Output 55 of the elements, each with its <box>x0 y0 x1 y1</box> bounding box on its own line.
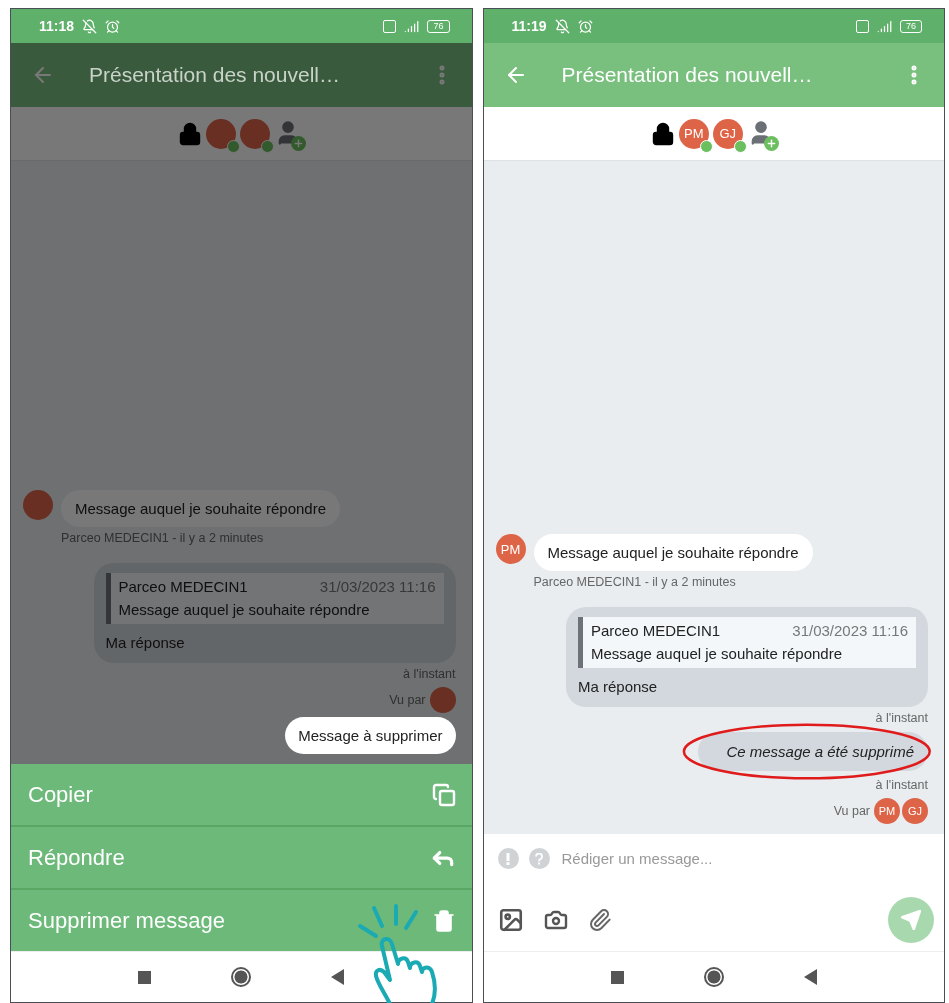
action-menu-item[interactable]: Supprimer message <box>11 890 472 951</box>
message-bubble[interactable]: Message auquel je souhaite répondre <box>61 490 340 527</box>
recents-button[interactable] <box>610 970 624 984</box>
status-time: 11:18 <box>39 18 75 34</box>
quote-author: Parceo MEDECIN1 <box>591 622 721 639</box>
message-time: à l'instant <box>403 667 456 681</box>
camera-icon[interactable] <box>543 908 568 932</box>
home-button[interactable] <box>703 967 724 987</box>
bell-off-icon <box>554 18 570 34</box>
send-icon <box>900 909 922 931</box>
quote-date: 31/03/2023 11:16 <box>319 578 436 595</box>
signal-icon <box>404 18 420 34</box>
bell-off-icon <box>82 18 98 34</box>
avatar: PM <box>495 534 526 564</box>
back-button[interactable] <box>331 969 345 985</box>
message-input[interactable]: Rédiger un message... <box>559 849 934 868</box>
recents-button[interactable] <box>138 970 152 984</box>
message-meta: Parceo MEDECIN1 - il y a 2 minutes <box>532 575 737 589</box>
signal-icon <box>877 18 892 34</box>
message-time: à l'instant <box>875 711 928 725</box>
reply-bubble[interactable]: Parceo MEDECIN1 31/03/2023 11:16 Message auquel je souhaite répondre Ma réponse <box>566 607 928 707</box>
message-bubble[interactable]: Message à supprimer <box>285 717 456 754</box>
status-time: 11:19 <box>511 18 547 34</box>
lock-icon <box>650 121 675 146</box>
alarm-icon <box>105 18 121 34</box>
trash-icon <box>431 908 456 933</box>
chat-title: Présentation des nouvell… <box>89 63 341 87</box>
quote-author: Parceo MEDECIN1 <box>118 578 248 595</box>
lock-icon <box>178 121 203 146</box>
avatar: GJ <box>902 798 928 824</box>
chat-title: Présentation des nouvell… <box>561 63 814 87</box>
copy-icon <box>431 782 456 807</box>
avatar <box>23 490 53 520</box>
home-button[interactable] <box>231 967 252 987</box>
image-icon[interactable] <box>497 907 524 933</box>
action-menu-item[interactable]: Répondre <box>11 827 472 888</box>
message-time: à l'instant <box>875 778 928 792</box>
deleted-message[interactable]: Ce message a été supprimé <box>698 732 928 771</box>
avatar: PM <box>874 798 900 824</box>
action-menu-item[interactable]: Copier <box>11 764 472 825</box>
paperclip-icon[interactable] <box>587 908 612 932</box>
alarm-icon <box>577 18 593 34</box>
quote-text: Message auquel je souhaite répondre <box>118 601 371 618</box>
message-text: Ma réponse <box>105 634 186 651</box>
avatar <box>429 687 456 713</box>
message-bubble[interactable]: Message auquel je souhaite répondre <box>533 534 813 571</box>
quote-text: Message auquel je souhaite répondre <box>591 645 843 662</box>
quote-date: 31/03/2023 11:16 <box>792 622 908 639</box>
battery-icon: 76 <box>427 19 450 33</box>
seen-by-label: Vu par <box>833 804 870 818</box>
reply-bubble[interactable]: Parceo MEDECIN1 31/03/2023 11:16 Message auquel je souhaite répondre Ma réponse <box>93 563 456 663</box>
battery-icon: 76 <box>900 19 922 33</box>
message-text: Ma réponse <box>578 678 659 695</box>
seen-by-label: Vu par <box>389 693 426 707</box>
back-button[interactable] <box>803 969 817 985</box>
